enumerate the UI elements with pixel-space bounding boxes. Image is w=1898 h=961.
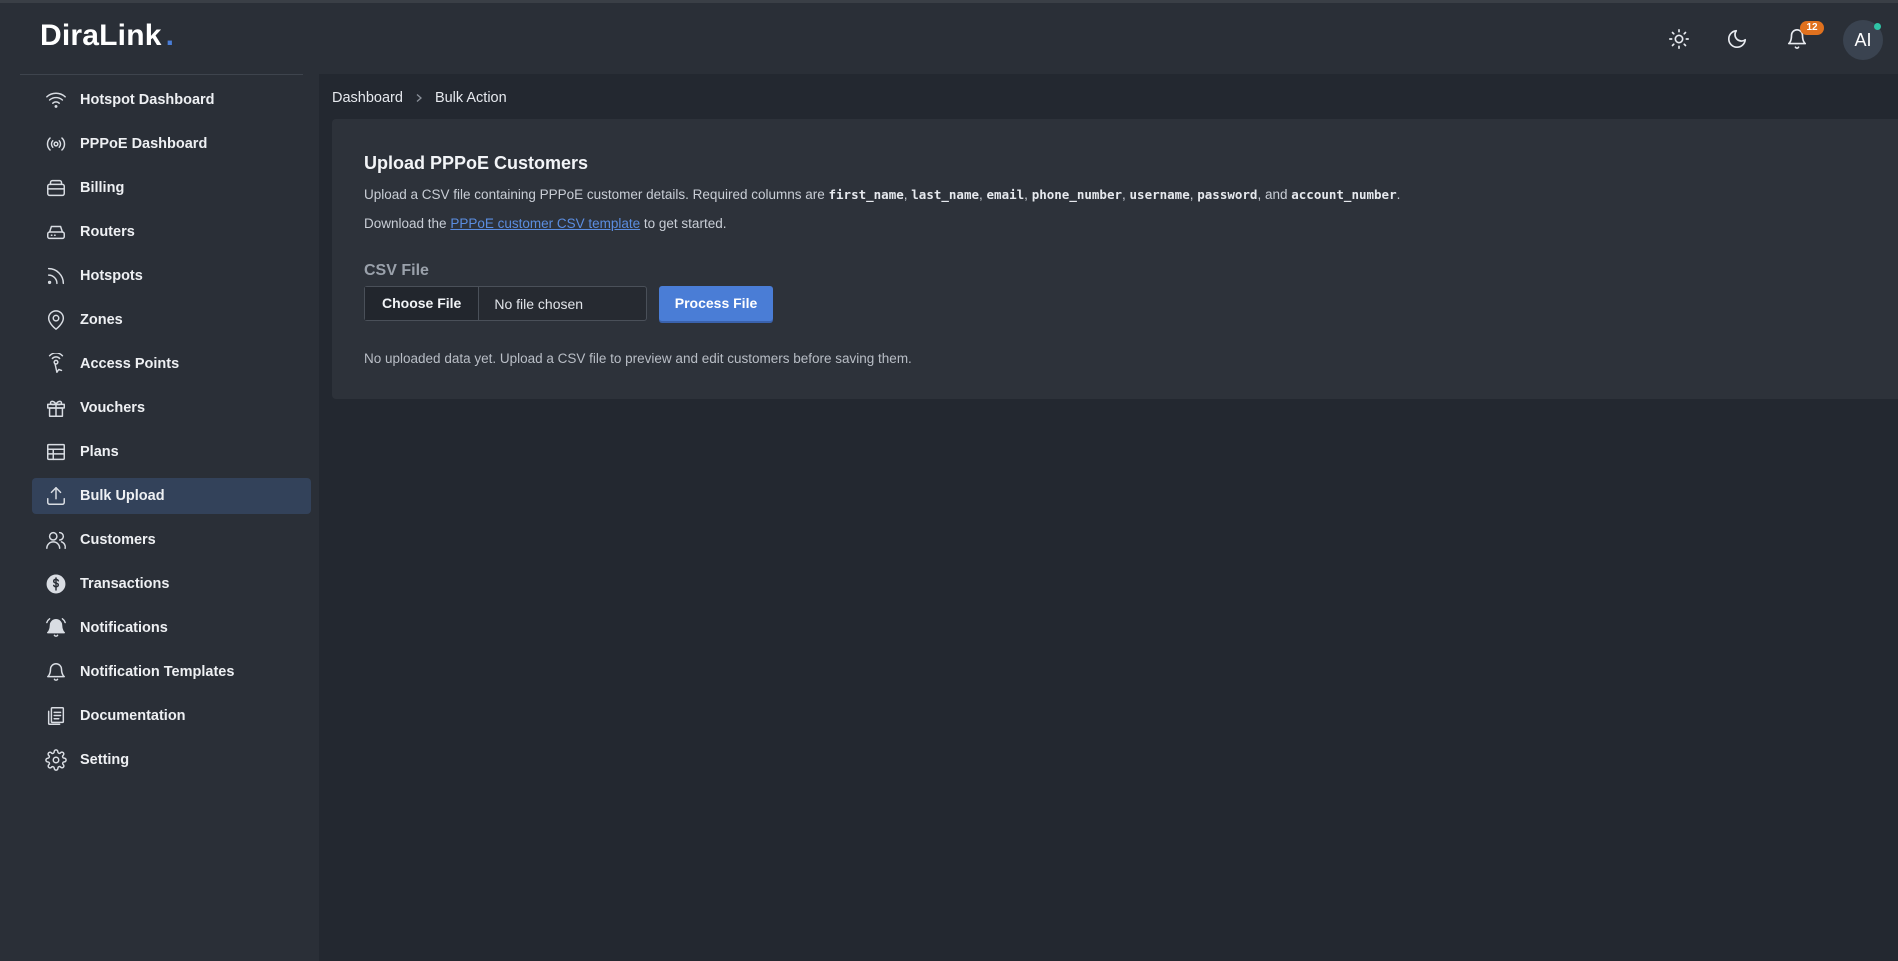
moon-icon[interactable] (1722, 24, 1752, 54)
sidebar-item-billing[interactable]: Billing (32, 170, 311, 206)
logo-dot: . (165, 19, 175, 52)
sidebar-item-label: Zones (80, 312, 123, 328)
column-account-number: account_number (1291, 187, 1397, 202)
upload-icon (44, 484, 68, 508)
sidebar-item-plans[interactable]: Plans (32, 434, 311, 470)
sidebar-item-label: Bulk Upload (80, 488, 165, 504)
rss-icon (44, 264, 68, 288)
sidebar-item-customers[interactable]: Customers (32, 522, 311, 558)
dollar-icon (44, 572, 68, 596)
breadcrumb: Dashboard Bulk Action (332, 90, 507, 106)
sidebar-item-label: Hotspot Dashboard (80, 92, 215, 108)
sidebar-item-label: Plans (80, 444, 119, 460)
column-username: username (1129, 187, 1190, 202)
access-point-icon (44, 352, 68, 376)
csv-template-link[interactable]: PPPoE customer CSV template (450, 216, 640, 231)
column-password: password (1197, 187, 1258, 202)
sidebar-item-label: Vouchers (80, 400, 146, 416)
sidebar-item-label: Documentation (80, 708, 186, 724)
column-email: email (986, 187, 1025, 202)
sidebar-item-routers[interactable]: Routers (32, 214, 311, 250)
sidebar-item-notification-templates[interactable]: Notification Templates (32, 654, 311, 690)
choose-file-button[interactable]: Choose File (365, 287, 480, 320)
sidebar-item-bulk-upload[interactable]: Bulk Upload (32, 478, 311, 514)
column-last-name: last_name (911, 187, 980, 202)
file-status-text: No file chosen (494, 295, 584, 312)
sidebar-item-hotspot-dashboard[interactable]: Hotspot Dashboard (32, 82, 311, 118)
column-phone-number: phone_number (1031, 187, 1122, 202)
sidebar-item-setting[interactable]: Setting (32, 742, 311, 778)
sidebar-item-label: Access Points (80, 356, 180, 372)
billing-icon (44, 176, 68, 200)
breadcrumb-dashboard-link[interactable]: Dashboard (332, 90, 403, 106)
sidebar: Hotspot Dashboard PPPoE Dashboard Billin… (0, 74, 319, 961)
sidebar-item-label: Notifications (80, 620, 168, 636)
download-template-text: Download the PPPoE customer CSV template… (364, 216, 727, 231)
sidebar-item-label: Routers (80, 224, 135, 240)
sidebar-divider (20, 74, 303, 75)
map-pin-icon (44, 308, 68, 332)
csv-file-label: CSV File (364, 262, 429, 279)
csv-file-input[interactable]: Choose File No file chosen (364, 286, 647, 321)
broadcast-icon (44, 132, 68, 156)
users-icon (44, 528, 68, 552)
sidebar-item-label: Transactions (80, 576, 170, 592)
sidebar-item-hotspots[interactable]: Hotspots (32, 258, 311, 294)
notification-count-badge: 12 (1800, 21, 1824, 35)
empty-state-message: No uploaded data yet. Upload a CSV file … (364, 351, 912, 366)
bell-outline-icon (44, 660, 68, 684)
document-icon (44, 704, 68, 728)
top-header: DiraLink. 12 AI (0, 3, 1898, 74)
sidebar-item-label: Notification Templates (80, 664, 235, 680)
upload-card: Upload PPPoE Customers Upload a CSV file… (332, 119, 1898, 399)
process-file-button[interactable]: Process File (659, 286, 773, 321)
sidebar-item-pppoe-dashboard[interactable]: PPPoE Dashboard (32, 126, 311, 162)
sun-icon[interactable] (1664, 24, 1694, 54)
sidebar-item-transactions[interactable]: Transactions (32, 566, 311, 602)
bell-ringing-icon (44, 616, 68, 640)
breadcrumb-current: Bulk Action (434, 90, 507, 106)
sidebar-item-label: Billing (80, 180, 125, 196)
sidebar-item-label: Customers (80, 532, 156, 548)
wifi-icon (44, 88, 68, 112)
sidebar-item-label: Setting (80, 752, 130, 768)
sidebar-item-vouchers[interactable]: Vouchers (32, 390, 311, 426)
card-title: Upload PPPoE Customers (364, 153, 589, 173)
column-first-name: first_name (828, 187, 904, 202)
card-description: Upload a CSV file containing PPPoE custo… (364, 187, 1401, 202)
sidebar-item-label: Hotspots (80, 268, 143, 284)
sidebar-item-zones[interactable]: Zones (32, 302, 311, 338)
gear-icon (44, 748, 68, 772)
sidebar-item-label: PPPoE Dashboard (80, 136, 208, 152)
online-status-dot (1874, 23, 1881, 30)
router-icon (44, 220, 68, 244)
sidebar-item-access-points[interactable]: Access Points (32, 346, 311, 382)
sidebar-item-documentation[interactable]: Documentation (32, 698, 311, 734)
app-logo[interactable]: DiraLink. (40, 19, 174, 53)
table-icon (44, 440, 68, 464)
gift-icon (44, 396, 68, 420)
main-content: Dashboard Bulk Action Upload PPPoE Custo… (319, 74, 1898, 961)
sidebar-item-notifications[interactable]: Notifications (32, 610, 311, 646)
chevron-right-icon (414, 91, 424, 106)
